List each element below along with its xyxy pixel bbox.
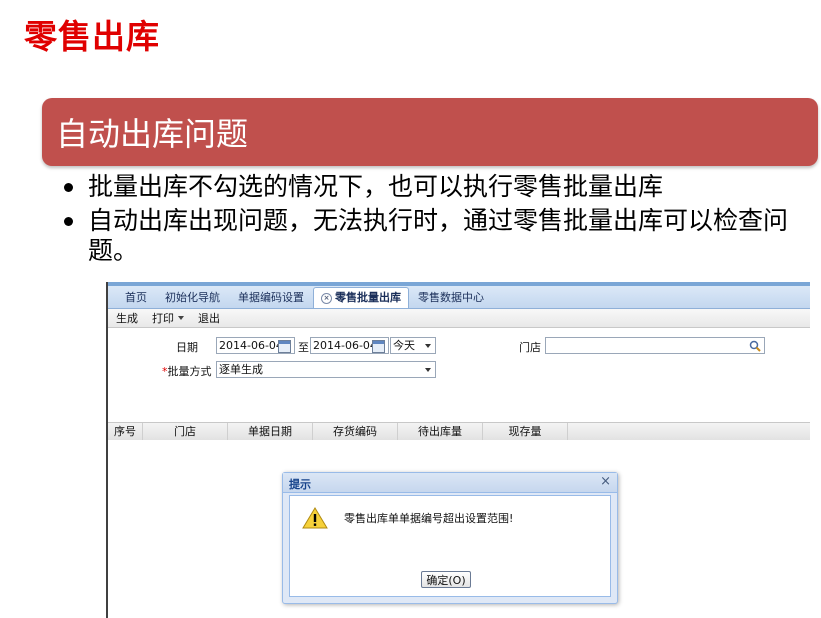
bullet-list: 批量出库不勾选的情况下，也可以执行零售批量出库 自动出库出现问题，无法执行时，通… <box>62 172 802 270</box>
calendar-icon[interactable] <box>278 340 291 353</box>
date-label: 日期 <box>176 341 198 354</box>
dialog-message: 零售出库单单据编号超出设置范围! <box>344 512 514 525</box>
dialog-title: 提示 <box>289 478 311 491</box>
warning-icon <box>302 507 328 529</box>
close-icon[interactable]: × <box>600 474 611 489</box>
tab-init-nav[interactable]: 初始化导航 <box>156 288 229 308</box>
grid-header: 序号 门店 单据日期 存货编码 待出库量 现存量 <box>108 422 810 441</box>
date-preset-select[interactable]: 今天 <box>390 337 436 354</box>
column-header[interactable]: 门店 <box>143 423 228 440</box>
bullet-dot-icon <box>64 183 73 192</box>
store-field[interactable] <box>545 337 765 354</box>
section-title: 自动出库问题 <box>56 115 249 153</box>
app-screenshot: 首页 初始化导航 单据编码设置 × 零售批量出库 零售数据中心 生成 打印 退出 … <box>106 282 810 618</box>
chevron-down-icon <box>178 316 184 320</box>
chevron-down-icon <box>425 368 431 372</box>
generate-button[interactable]: 生成 <box>108 310 144 326</box>
alert-dialog: 提示 × 零售出库单单据编号超出设置范围! 确定(O) <box>282 472 618 604</box>
section-banner: 自动出库问题 <box>42 98 818 166</box>
chevron-down-icon <box>425 344 431 348</box>
slide-title: 零售出库 <box>24 17 160 56</box>
to-label: 至 <box>298 341 309 354</box>
date-from-field[interactable]: 2014-06-04 <box>216 337 295 354</box>
ok-button[interactable]: 确定(O) <box>421 571 471 588</box>
tab-bar: 首页 初始化导航 单据编码设置 × 零售批量出库 零售数据中心 <box>108 286 810 309</box>
batch-mode-label: *批量方式 <box>162 365 212 378</box>
dialog-body: 零售出库单单据编号超出设置范围! 确定(O) <box>289 495 611 597</box>
tab-doc-code-settings[interactable]: 单据编码设置 <box>229 288 313 308</box>
column-header[interactable]: 存货编码 <box>313 423 398 440</box>
filter-form: 日期 2014-06-04 至 2014-06-04 今天 门店 *批量方式 逐… <box>108 328 810 420</box>
tab-label: 零售批量出库 <box>335 291 401 304</box>
column-header[interactable]: 单据日期 <box>228 423 313 440</box>
column-header[interactable]: 序号 <box>108 423 143 440</box>
tab-retail-data-center[interactable]: 零售数据中心 <box>409 288 493 308</box>
dialog-header: 提示 × <box>283 473 617 493</box>
date-to-field[interactable]: 2014-06-04 <box>310 337 389 354</box>
print-button[interactable]: 打印 <box>144 310 190 326</box>
exit-button[interactable]: 退出 <box>190 310 226 326</box>
toolbar: 生成 打印 退出 <box>108 309 810 328</box>
search-icon[interactable] <box>749 340 761 352</box>
tab-home[interactable]: 首页 <box>116 288 156 308</box>
tab-retail-batch-outbound[interactable]: × 零售批量出库 <box>313 287 409 308</box>
bullet-dot-icon <box>64 217 73 226</box>
bullet-item: 批量出库不勾选的情况下，也可以执行零售批量出库 <box>62 172 802 202</box>
store-label: 门店 <box>519 341 541 354</box>
calendar-icon[interactable] <box>372 340 385 353</box>
column-header[interactable]: 现存量 <box>483 423 568 440</box>
column-header[interactable]: 待出库量 <box>398 423 483 440</box>
bullet-item: 自动出库出现问题，无法执行时，通过零售批量出库可以检查问题。 <box>62 206 802 266</box>
batch-mode-select[interactable]: 逐单生成 <box>216 361 436 378</box>
close-icon[interactable]: × <box>321 293 332 304</box>
